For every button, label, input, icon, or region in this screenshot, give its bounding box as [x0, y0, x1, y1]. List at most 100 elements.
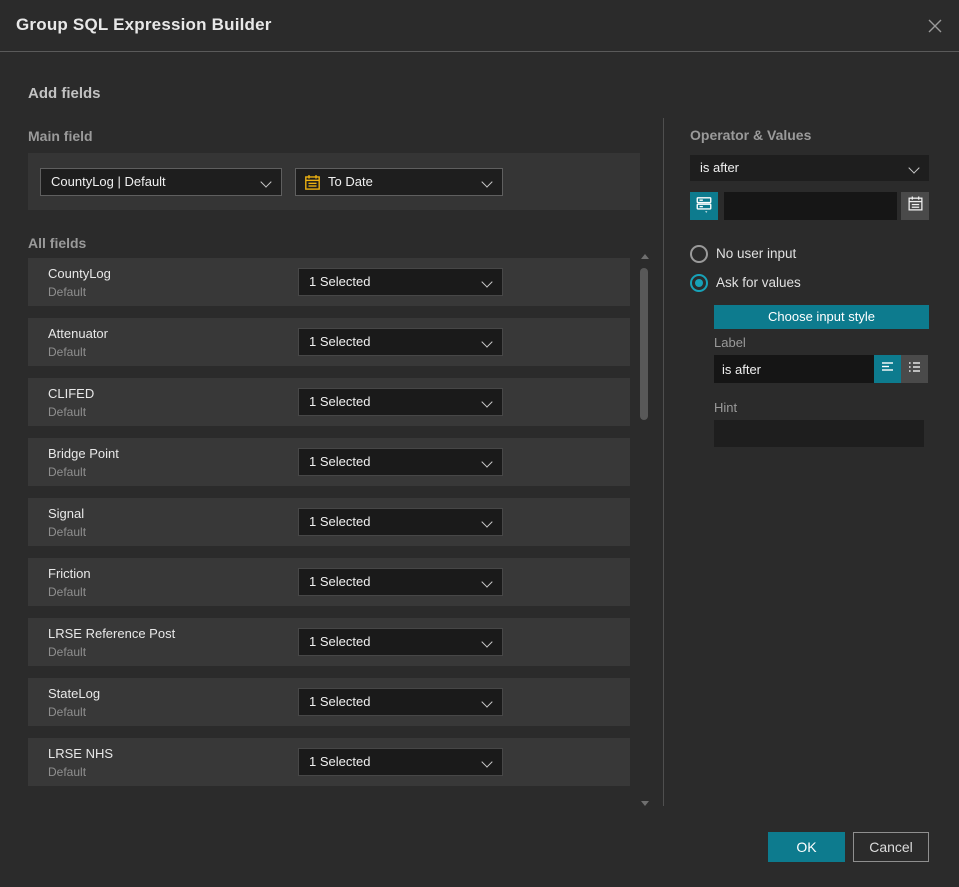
field-subtitle: Default	[48, 285, 87, 299]
field-name: Bridge Point	[48, 446, 119, 461]
chevron-down-icon	[481, 696, 493, 708]
field-row: StateLog Default 1 Selected	[28, 678, 630, 726]
field-row: CountyLog Default 1 Selected	[28, 258, 630, 306]
field-values-dropdown[interactable]: 1 Selected	[298, 748, 503, 776]
scroll-down-icon[interactable]	[641, 801, 649, 806]
field-values-dropdown-value: 1 Selected	[309, 274, 371, 289]
field-values-dropdown-value: 1 Selected	[309, 334, 371, 349]
radio-no-user-input[interactable]: No user input	[690, 245, 890, 263]
field-row: Friction Default 1 Selected	[28, 558, 630, 606]
field-values-dropdown-value: 1 Selected	[309, 514, 371, 529]
field-subtitle: Default	[48, 765, 87, 779]
field-values-dropdown-value: 1 Selected	[309, 454, 371, 469]
chevron-down-icon	[481, 636, 493, 648]
field-subtitle: Default	[48, 405, 87, 419]
label-input[interactable]	[714, 355, 874, 383]
hint-input[interactable]	[714, 420, 924, 447]
field-subtitle: Default	[48, 705, 87, 719]
field-values-dropdown-value: 1 Selected	[309, 694, 371, 709]
close-button[interactable]	[925, 16, 945, 36]
single-input-style-icon	[880, 359, 896, 380]
field-values-dropdown-value: 1 Selected	[309, 574, 371, 589]
field-values-dropdown[interactable]: 1 Selected	[298, 268, 503, 296]
field-values-dropdown[interactable]: 1 Selected	[298, 388, 503, 416]
field-subtitle: Default	[48, 585, 87, 599]
field-name: StateLog	[48, 686, 101, 701]
chevron-down-icon	[908, 162, 920, 174]
calendar-icon	[304, 174, 321, 196]
chevron-down-icon	[260, 176, 272, 188]
dialog-title: Group SQL Expression Builder	[16, 15, 272, 34]
main-field-panel: CountyLog | Default To Date	[28, 153, 640, 210]
list-scrollbar[interactable]	[639, 252, 651, 808]
cancel-button[interactable]: Cancel	[853, 832, 929, 862]
main-field-label: Main field	[28, 128, 93, 144]
title-bar: Group SQL Expression Builder	[0, 0, 959, 52]
operator-dropdown[interactable]: is after	[690, 155, 929, 181]
field-name: CLIFED	[48, 386, 95, 401]
choose-input-style-button[interactable]: Choose input style	[714, 305, 929, 329]
chevron-down-icon	[481, 396, 493, 408]
operator-dropdown-value: is after	[700, 160, 740, 175]
date-picker-button[interactable]	[901, 192, 929, 220]
field-row: Bridge Point Default 1 Selected	[28, 438, 630, 486]
add-fields-heading: Add fields	[28, 85, 101, 102]
single-input-style-toggle[interactable]	[874, 355, 901, 383]
scroll-up-icon[interactable]	[641, 254, 649, 259]
field-values-dropdown-value: 1 Selected	[309, 394, 371, 409]
list-input-style-icon	[907, 359, 923, 380]
field-values-dropdown[interactable]: 1 Selected	[298, 688, 503, 716]
field-row: Attenuator Default 1 Selected	[28, 318, 630, 366]
field-row: Signal Default 1 Selected	[28, 498, 630, 546]
ok-button[interactable]: OK	[768, 832, 845, 862]
field-name: Friction	[48, 566, 91, 581]
chevron-down-icon	[481, 576, 493, 588]
field-subtitle: Default	[48, 645, 87, 659]
close-icon	[925, 16, 945, 36]
field-values-dropdown-value: 1 Selected	[309, 634, 371, 649]
chevron-down-icon	[481, 756, 493, 768]
all-fields-list: CountyLog Default 1 Selected Attenuator …	[28, 258, 630, 798]
chevron-down-icon	[481, 276, 493, 288]
field-name: Attenuator	[48, 326, 108, 341]
field-values-dropdown[interactable]: 1 Selected	[298, 568, 503, 596]
chevron-down-icon	[481, 176, 493, 188]
radio-ask-for-values[interactable]: Ask for values	[690, 274, 890, 292]
group-sql-expression-builder-dialog: Group SQL Expression Builder Add fields …	[0, 0, 959, 887]
label-field-label: Label	[714, 335, 746, 350]
chevron-down-icon	[481, 456, 493, 468]
radio-icon	[690, 245, 708, 263]
all-fields-label: All fields	[28, 235, 87, 251]
chevron-down-icon	[481, 336, 493, 348]
radio-label: Ask for values	[716, 275, 801, 290]
main-field-dropdown-value: CountyLog | Default	[51, 174, 166, 189]
field-subtitle: Default	[48, 465, 87, 479]
field-name: LRSE Reference Post	[48, 626, 176, 641]
date-type-dropdown-value: To Date	[328, 174, 373, 189]
field-row: CLIFED Default 1 Selected	[28, 378, 630, 426]
field-name: Signal	[48, 506, 85, 521]
field-name: LRSE NHS	[48, 746, 114, 761]
field-values-dropdown[interactable]: 1 Selected	[298, 328, 503, 356]
field-name: CountyLog	[48, 266, 111, 281]
hint-field-label: Hint	[714, 400, 738, 415]
field-subtitle: Default	[48, 345, 87, 359]
field-row: LRSE Reference Post Default 1 Selected	[28, 618, 630, 666]
date-type-dropdown[interactable]: To Date	[295, 168, 503, 196]
panel-divider	[663, 118, 664, 806]
field-values-dropdown[interactable]: 1 Selected	[298, 508, 503, 536]
chevron-down-icon	[481, 516, 493, 528]
field-subtitle: Default	[48, 525, 87, 539]
unique-values-icon	[695, 195, 713, 218]
field-values-dropdown[interactable]: 1 Selected	[298, 628, 503, 656]
field-values-dropdown[interactable]: 1 Selected	[298, 448, 503, 476]
unique-values-button[interactable]	[690, 192, 718, 220]
scrollbar-thumb[interactable]	[640, 268, 648, 420]
main-field-dropdown[interactable]: CountyLog | Default	[40, 168, 282, 196]
field-values-dropdown-value: 1 Selected	[309, 754, 371, 769]
list-input-style-toggle[interactable]	[901, 355, 928, 383]
radio-label: No user input	[716, 246, 797, 261]
radio-selected-icon	[690, 274, 708, 292]
calendar-icon	[907, 195, 924, 217]
value-input[interactable]	[724, 192, 897, 220]
